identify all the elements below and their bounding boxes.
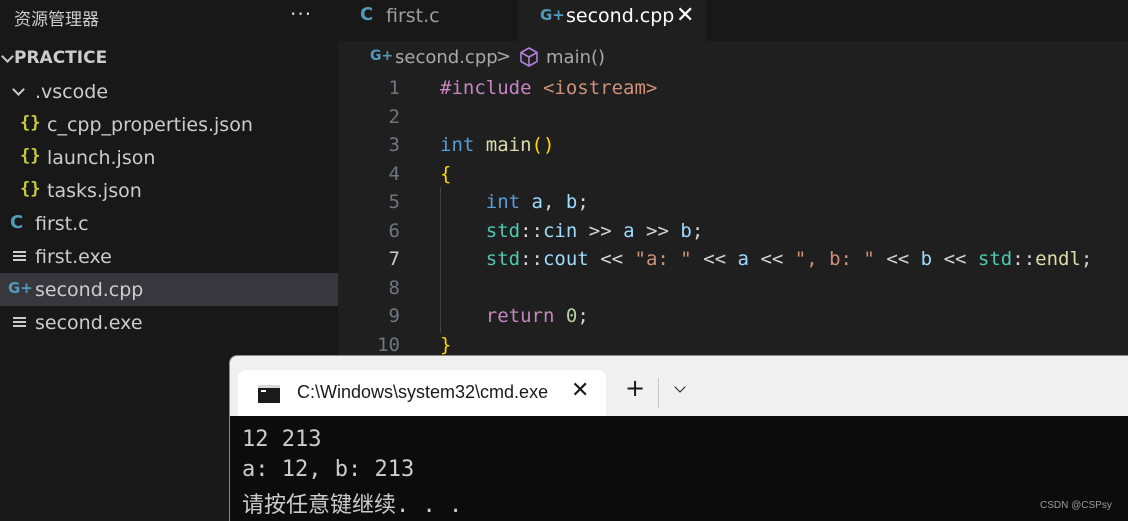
line-number: 7 [388,248,400,270]
terminal-line: 请按任意键继续. . . [242,493,463,518]
chevron-down-icon [1,50,14,63]
tree-item-first-c[interactable]: C first.c [0,207,338,240]
tab-label: second.cpp [566,5,675,27]
explorer-title: 资源管理器 [14,10,99,30]
terminal-tab[interactable]: C:\Windows\system32\cmd.exe ✕ [238,370,606,417]
code-line[interactable]: 6 std::cin >> a >> b; [338,217,1128,246]
tab-first-c[interactable]: C first.c [338,0,518,41]
breadcrumb: G+ second.cpp > main() [338,41,1128,75]
cpp-file-icon: G+ [8,279,33,297]
code-line[interactable]: 5 int a, b; [338,188,1128,217]
cmd-icon [258,385,280,403]
terminal-tab-title: C:\Windows\system32\cmd.exe [297,382,549,402]
line-number: 6 [388,220,400,242]
code-line[interactable]: 1 #include <iostream> [338,74,1128,103]
c-file-icon: C [360,4,374,25]
more-actions-icon[interactable]: ··· [290,2,312,26]
close-icon[interactable]: ✕ [676,3,694,28]
line-number: 10 [377,334,400,356]
tree-item-label: tasks.json [47,180,142,202]
code-line[interactable]: 3 int main() [338,131,1128,160]
divider [658,378,659,408]
code-line[interactable]: 9 return 0; [338,302,1128,331]
tree-item-tasks-json[interactable]: {} tasks.json [0,174,338,207]
code-line-active[interactable]: 7 std::cout << "a: " << a << ", b: " << … [338,245,1128,274]
breadcrumb-separator: > [496,46,512,67]
code-line[interactable]: 2 [338,103,1128,132]
terminal-line: 12 213 [242,427,322,452]
json-braces-icon: {} [20,179,41,199]
tree-item-second-cpp[interactable]: G+ second.cpp [0,273,338,306]
line-number: 9 [388,305,400,327]
terminal-output[interactable]: 12 213 a: 12, b: 213 请按任意键继续. . . [230,416,1128,521]
code-line[interactable]: 4 { [338,160,1128,189]
tab-second-cpp[interactable]: G+ second.cpp ✕ [518,0,706,41]
exe-file-icon [13,251,26,262]
editor-tabbar: C first.c G+ second.cpp ✕ [338,0,1128,41]
terminal-line: a: 12, b: 213 [242,457,415,482]
symbol-method-icon [518,46,540,72]
new-tab-plus-icon[interactable]: + [625,374,645,402]
cpp-file-icon: G+ [370,48,394,64]
tree-item-launch-json[interactable]: {} launch.json [0,141,338,174]
tree-item-label: second.cpp [35,279,144,301]
line-number: 3 [388,134,400,156]
tree-item-label: launch.json [47,147,156,169]
explorer-header: 资源管理器 ··· [0,0,338,32]
folder-label: PRACTICE [14,48,108,68]
code-line[interactable]: 8 [338,274,1128,303]
tree-item-c-cpp-properties[interactable]: {} c_cpp_properties.json [0,108,338,141]
tree-item-label: first.exe [35,246,112,268]
line-number: 8 [388,277,400,299]
folder-practice[interactable]: PRACTICE [0,42,338,74]
close-icon[interactable]: ✕ [571,378,589,403]
breadcrumb-file[interactable]: second.cpp [395,47,498,68]
breadcrumb-symbol[interactable]: main() [546,47,605,68]
line-number: 5 [388,191,400,213]
json-braces-icon: {} [20,113,41,133]
line-number: 4 [388,163,400,185]
chevron-down-icon[interactable] [674,381,686,393]
c-file-icon: C [10,212,24,233]
tree-item-second-exe[interactable]: second.exe [0,306,338,339]
tab-label: first.c [386,5,440,27]
line-number: 1 [388,77,400,99]
tree-item-first-exe[interactable]: first.exe [0,240,338,273]
cpp-file-icon: G+ [540,6,565,24]
chevron-down-icon [12,83,25,96]
tree-item-label: second.exe [35,312,143,334]
exe-file-icon [13,317,26,328]
tree-item-label: .vscode [35,81,109,103]
json-braces-icon: {} [20,146,41,166]
terminal-window: C:\Windows\system32\cmd.exe ✕ + 12 213 a… [229,355,1128,521]
terminal-titlebar: C:\Windows\system32\cmd.exe ✕ + [230,356,1128,417]
watermark: CSDN @CSPsy [1040,500,1112,511]
tree-item-vscode-folder[interactable]: .vscode [0,75,338,108]
tree-item-label: first.c [35,213,89,235]
line-number: 2 [388,106,400,128]
tree-item-label: c_cpp_properties.json [47,114,253,136]
